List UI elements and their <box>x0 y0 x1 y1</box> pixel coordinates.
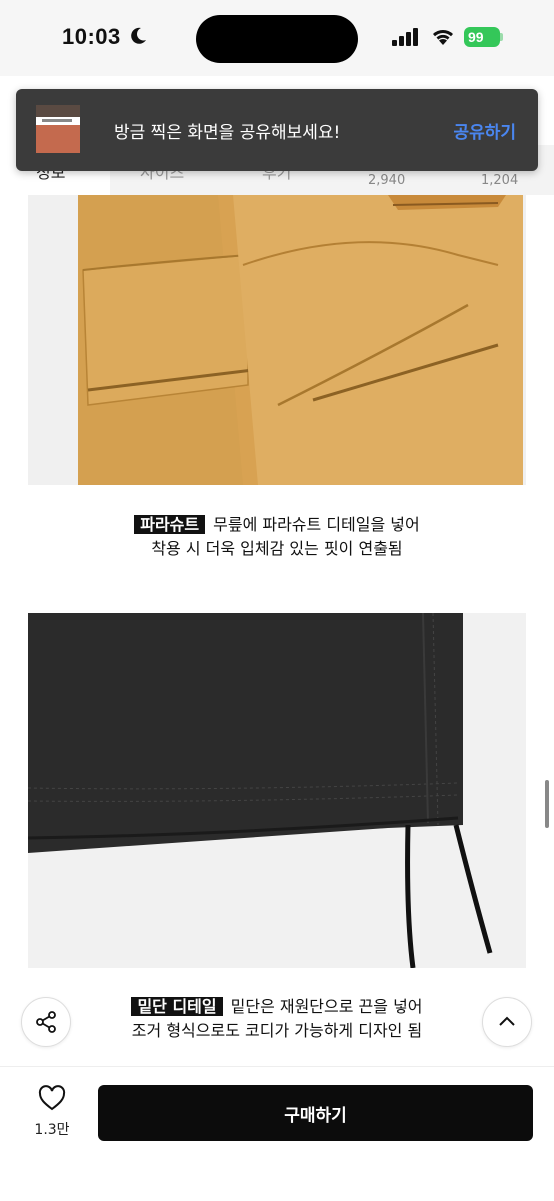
wifi-icon <box>433 30 453 45</box>
parachute-detail-image <box>28 195 526 485</box>
parachute-caption-line2: 착용 시 더욱 입체감 있는 핏이 연출됨 <box>151 539 403 558</box>
hem-caption-line1: 밑단은 재원단으로 끈을 넣어 <box>230 997 423 1016</box>
hem-caption: 밑단 디테일 밑단은 재원단으로 끈을 넣어 조거 형식으로도 코디가 가능하게 … <box>0 995 554 1043</box>
screenshot-thumbnail[interactable] <box>36 105 80 153</box>
chevron-up-icon <box>499 1016 515 1026</box>
hem-pants-illustration <box>28 613 526 968</box>
parachute-caption-line1: 무릎에 파라슈트 디테일을 넣어 <box>213 515 420 534</box>
share-icon <box>36 1011 56 1033</box>
dynamic-island <box>196 15 358 63</box>
signal-icon <box>392 28 418 46</box>
toast-message: 방금 찍은 화면을 공유해보세요! <box>114 123 341 143</box>
battery-indicator: 99 <box>464 27 500 47</box>
parachute-tag: 파라슈트 <box>134 515 206 534</box>
scroll-to-top-button[interactable] <box>482 997 532 1047</box>
hem-caption-line2: 조거 형식으로도 코디가 가능하게 디자인 됨 <box>131 1021 423 1040</box>
share-toast: 방금 찍은 화면을 공유해보세요! 공유하기 <box>16 89 538 171</box>
tab-count-1: 2,940 <box>368 173 406 188</box>
bottom-bar: 1.3만 구매하기 <box>0 1066 554 1201</box>
share-button[interactable] <box>21 997 71 1047</box>
battery-level: 99 <box>468 29 484 45</box>
parachute-pants-illustration <box>28 195 526 485</box>
moon-icon <box>131 27 146 44</box>
status-bar: 10:03 99 <box>0 0 554 76</box>
toast-share-button[interactable]: 공유하기 <box>453 118 516 143</box>
battery-cap <box>500 33 503 41</box>
like-button[interactable]: 1.3만 <box>30 1085 74 1139</box>
hem-detail-image <box>28 613 526 968</box>
parachute-caption: 파라슈트 무릎에 파라슈트 디테일을 넣어 착용 시 더욱 입체감 있는 핏이 연… <box>0 513 554 561</box>
like-count: 1.3만 <box>34 1122 70 1138</box>
hem-tag: 밑단 디테일 <box>131 997 223 1016</box>
buy-button[interactable]: 구매하기 <box>98 1085 533 1141</box>
scrollbar[interactable] <box>545 780 549 828</box>
heart-icon <box>38 1085 66 1111</box>
status-time: 10:03 <box>62 24 121 49</box>
tab-count-2: 1,204 <box>481 173 519 188</box>
